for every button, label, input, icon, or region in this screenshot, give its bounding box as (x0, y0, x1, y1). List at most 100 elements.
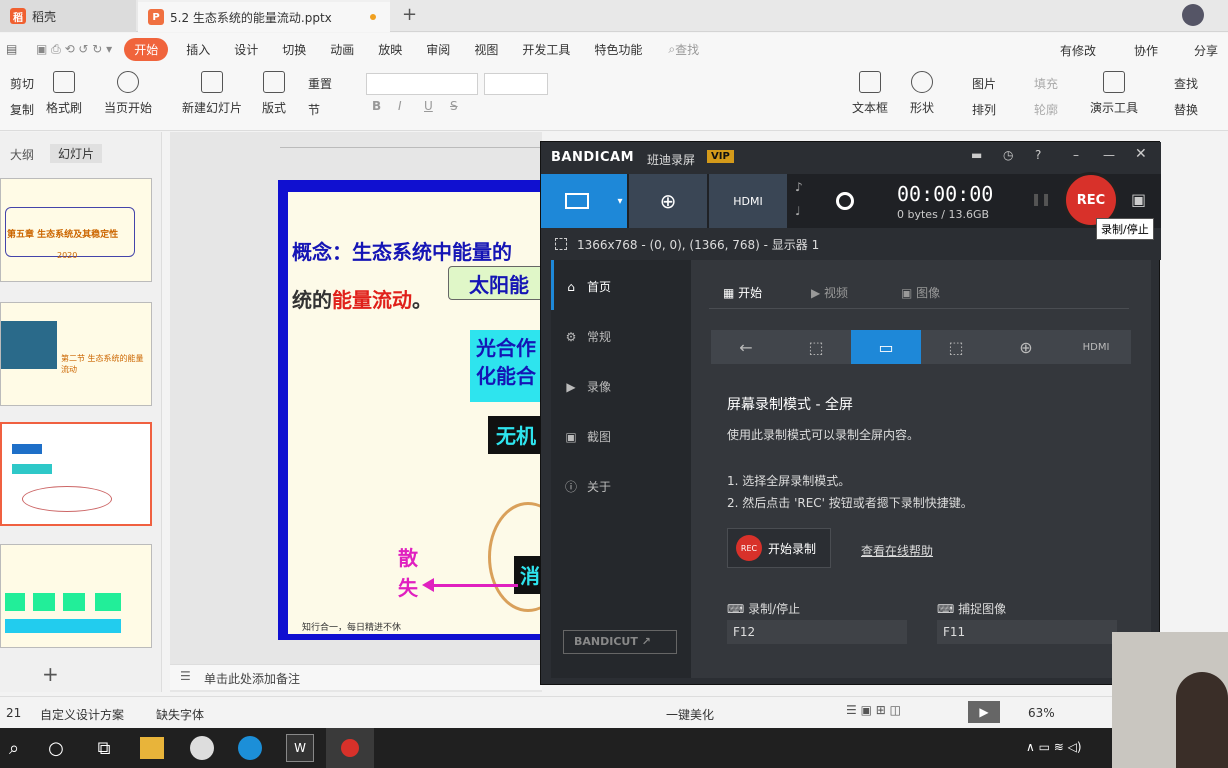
tab-document[interactable]: P 5.2 生态系统的能量流动.pptx (138, 0, 390, 32)
fill-button[interactable]: 填充 (1034, 75, 1058, 92)
arrange-button[interactable]: 排列 (972, 101, 996, 118)
layout-button[interactable]: 版式 (262, 71, 286, 116)
slide[interactable]: 概念：生态系统中能量的 统的能量流动。 太阳能 光合作 化能合 无机 消 散 失… (278, 180, 568, 640)
start-recording-button[interactable]: REC 开始录制 (727, 528, 831, 568)
mode-game-button[interactable]: ⊕ (991, 330, 1061, 364)
menu-features[interactable]: 特色功能 (582, 41, 654, 58)
subtab-video[interactable]: ▶ 视频 (811, 284, 848, 301)
subtab-image[interactable]: ▣ 图像 (901, 284, 940, 301)
bandicut-button[interactable]: BANDICUT ↗ (563, 630, 677, 654)
mode-fullscreen-button[interactable]: ▭ (851, 330, 921, 364)
menu-design[interactable]: 设计 (222, 41, 270, 58)
font-family-select[interactable] (366, 73, 478, 95)
sidebar-item-about[interactable]: ⓘ 关于 (563, 478, 611, 495)
webcam-button[interactable] (817, 174, 873, 228)
subtab-start[interactable]: ▦ 开始 (723, 284, 762, 301)
menu-insert[interactable]: 插入 (174, 41, 222, 58)
sidebar-item-home[interactable]: ⌂ 首页 (563, 278, 611, 295)
pause-icon[interactable]: ❚❚ (1031, 192, 1051, 206)
has-changes-button[interactable]: 有修改 (1060, 42, 1096, 59)
search-icon[interactable]: ⌕ (0, 734, 28, 762)
new-tab-button[interactable]: + (402, 4, 417, 25)
clock-icon[interactable]: ◷ (1003, 148, 1013, 162)
menu-view[interactable]: 视图 (462, 41, 510, 58)
mode-window-button[interactable]: ⬚ (781, 330, 851, 364)
camera-icon[interactable]: ▣ (1131, 190, 1146, 209)
zoom-level[interactable]: 63% (1028, 706, 1055, 720)
slide-thumb[interactable] (0, 544, 152, 648)
screen-mode-dropdown[interactable]: ▾ (613, 174, 627, 228)
menu-review[interactable]: 审阅 (414, 41, 462, 58)
menu-transition[interactable]: 切换 (270, 41, 318, 58)
font-size-select[interactable] (484, 73, 548, 95)
close-icon[interactable]: ✕ (1135, 146, 1147, 162)
collaborate-button[interactable]: 协作 (1134, 42, 1158, 59)
widgets-icon[interactable]: ⧉ (90, 734, 118, 762)
bandicam-task-icon[interactable] (326, 728, 374, 768)
folder-icon[interactable]: ▬ (971, 148, 982, 162)
mode-area-button[interactable]: ⬚ (921, 330, 991, 364)
device-mode-button[interactable]: HDMI (709, 174, 787, 228)
outline-tab[interactable]: 大纲 (10, 146, 34, 163)
missing-font-button[interactable]: 缺失字体 (156, 706, 204, 723)
sidebar-item-general[interactable]: ⚙ 常规 (563, 328, 611, 345)
screen-mode-button[interactable] (541, 174, 613, 228)
quick-access-icons[interactable]: ▣ ⎙ ⟲ ↺ ↻ ▾ (30, 42, 118, 57)
game-mode-button[interactable]: ⊕ (629, 174, 707, 228)
chrome-icon[interactable] (190, 736, 214, 760)
notes-pane[interactable]: ☰ 单击此处添加备注 (170, 664, 542, 690)
share-button[interactable]: 分享 (1194, 42, 1218, 59)
view-mode-icons[interactable]: ☰ ▣ ⊞ ◫ (846, 703, 901, 717)
bold-button[interactable]: B (372, 99, 381, 113)
shape-button[interactable]: 形状 (910, 71, 934, 116)
slide-thumb[interactable] (0, 422, 152, 526)
sidebar-item-video[interactable]: ▶ 录像 (563, 378, 611, 395)
online-help-link[interactable]: 查看在线帮助 (861, 542, 933, 559)
add-slide-button[interactable]: + (42, 662, 59, 686)
custom-design-button[interactable]: 自定义设计方案 (40, 706, 124, 723)
reset-button[interactable]: 重置 (308, 75, 332, 92)
italic-button[interactable]: I (398, 99, 402, 113)
from-current-button[interactable]: 当页开始 (104, 71, 152, 116)
menu-animation[interactable]: 动画 (318, 41, 366, 58)
system-tray-icons[interactable]: ∧ ▭ ≋ ◁) (1026, 740, 1082, 754)
tab-docer[interactable]: 稻 稻壳 (0, 0, 136, 32)
strike-button[interactable]: S (450, 99, 458, 113)
format-painter-button[interactable]: 格式刷 (46, 71, 82, 116)
menu-slideshow[interactable]: 放映 (366, 41, 414, 58)
copy-button[interactable]: 复制 (10, 101, 34, 118)
new-slide-button[interactable]: 新建幻灯片 (182, 71, 242, 116)
menu-search[interactable]: 查找 (675, 41, 699, 58)
play-slideshow-icon[interactable]: ▶ (968, 701, 1000, 723)
minimize-icon[interactable]: — (1103, 148, 1115, 162)
textbox-button[interactable]: 文本框 (852, 71, 888, 116)
task-view-icon[interactable]: ○ (42, 734, 70, 762)
outline-button[interactable]: 轮廓 (1034, 101, 1058, 118)
collapse-icon[interactable]: – (1073, 148, 1079, 162)
hotkey-rec-field[interactable]: F12 (727, 620, 907, 644)
mic-icon[interactable]: ♩ (795, 204, 801, 218)
slide-thumb[interactable]: 第二节 生态系统的能量流动 (0, 302, 152, 406)
help-icon[interactable]: ? (1035, 148, 1041, 162)
sidebar-item-image[interactable]: ▣ 截图 (563, 428, 611, 445)
cut-button[interactable]: 剪切 (10, 75, 34, 92)
presentation-tools-button[interactable]: 演示工具 (1090, 71, 1138, 116)
underline-button[interactable]: U (424, 99, 433, 113)
beautify-button[interactable]: 一键美化 (666, 706, 714, 723)
speaker-icon[interactable]: ♪ (795, 180, 803, 194)
file-explorer-icon[interactable] (140, 737, 164, 759)
slide-thumb[interactable]: 第五章 生态系统及其稳定性 2020 (0, 178, 152, 282)
file-menu-icon[interactable]: ▤ (0, 42, 30, 56)
slides-tab[interactable]: 幻灯片 (50, 144, 103, 163)
avatar[interactable] (1182, 4, 1204, 26)
mode-back-button[interactable]: ← (711, 330, 781, 364)
hotkey-capture-field[interactable]: F11 (937, 620, 1117, 644)
replace-button[interactable]: 替换 (1174, 101, 1198, 118)
menu-developer[interactable]: 开发工具 (510, 41, 582, 58)
mode-hdmi-button[interactable]: HDMI (1061, 330, 1131, 364)
picture-button[interactable]: 图片 (972, 75, 996, 92)
edge-icon[interactable] (238, 736, 262, 760)
find-button[interactable]: 查找 (1174, 75, 1198, 92)
section-button[interactable]: 节 (308, 101, 320, 118)
menu-home[interactable]: 开始 (124, 37, 169, 61)
